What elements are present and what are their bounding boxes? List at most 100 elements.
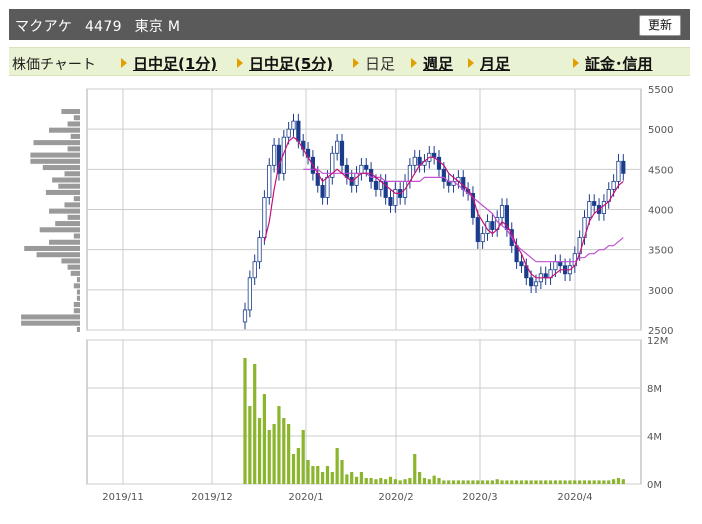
volume-profile-bar bbox=[73, 233, 80, 239]
volume-bar bbox=[476, 480, 480, 484]
candle-body bbox=[412, 156, 417, 166]
candle-body bbox=[553, 261, 558, 271]
volume-bar bbox=[359, 472, 363, 484]
volume-profile-bar bbox=[73, 196, 80, 202]
volume-bar bbox=[311, 466, 315, 484]
volume-bar bbox=[505, 480, 509, 484]
volume-bar bbox=[592, 480, 596, 484]
candle-body bbox=[558, 261, 563, 267]
candle-body bbox=[325, 176, 330, 198]
volume-tick-label: 4M bbox=[647, 432, 662, 443]
volume-bar bbox=[553, 480, 557, 484]
volume-profile-bar bbox=[61, 258, 80, 264]
volume-tick-label: 0M bbox=[647, 480, 662, 491]
volume-bar bbox=[447, 480, 451, 484]
volume-bar bbox=[432, 475, 436, 484]
volume-bar bbox=[544, 480, 548, 484]
volume-bar bbox=[573, 480, 577, 484]
volume-bar bbox=[437, 478, 441, 484]
volume-bar bbox=[253, 364, 257, 484]
candle-body bbox=[601, 201, 607, 214]
volume-bar bbox=[510, 480, 514, 484]
volume-bar bbox=[427, 479, 431, 484]
volume-bar bbox=[340, 460, 344, 484]
volume-bar bbox=[301, 430, 305, 484]
volume-bar bbox=[369, 478, 373, 484]
volume-bar bbox=[277, 406, 281, 484]
x-tick-label: 2020/4 bbox=[557, 492, 592, 503]
candle-body bbox=[271, 144, 277, 166]
candle-body bbox=[441, 168, 446, 182]
volume-bar bbox=[262, 394, 266, 484]
volume-bar bbox=[481, 480, 485, 484]
candle-body bbox=[344, 164, 349, 178]
volume-profile-bar bbox=[76, 326, 80, 332]
volume-bar bbox=[485, 480, 490, 484]
volume-profile-bar bbox=[73, 308, 80, 314]
candle-body bbox=[529, 277, 534, 287]
x-tick-label: 2020/3 bbox=[462, 492, 497, 503]
volume-tick-label: 12M bbox=[647, 336, 668, 347]
candle-body bbox=[616, 160, 621, 182]
volume-bar bbox=[418, 472, 422, 484]
volume-bar bbox=[578, 480, 582, 484]
volume-bar bbox=[267, 430, 271, 484]
candle-body bbox=[339, 140, 345, 166]
price-tick-label: 5000 bbox=[648, 125, 673, 136]
volume-profile-bar bbox=[55, 221, 80, 227]
volume-profile-bar bbox=[67, 264, 80, 270]
volume-profile-bar bbox=[76, 277, 80, 283]
volume-bar bbox=[534, 480, 538, 484]
volume-bar bbox=[612, 479, 616, 484]
volume-bar bbox=[374, 479, 378, 484]
candle-body bbox=[320, 184, 325, 198]
volume-bar bbox=[345, 474, 349, 484]
volume-bar bbox=[330, 472, 334, 484]
x-axis: 2019/11 2019/12 2020/1 2020/2 2020/3 2020/4 bbox=[102, 492, 592, 503]
volume-profile-bar bbox=[64, 171, 80, 177]
volume-profile-bar bbox=[52, 177, 80, 183]
candle-body bbox=[388, 197, 393, 206]
volume-profile-bar bbox=[67, 214, 80, 220]
price-tick-label: 4000 bbox=[648, 206, 673, 217]
candle-body bbox=[611, 180, 616, 190]
volume-bar bbox=[413, 454, 417, 484]
volume-bar bbox=[350, 472, 354, 484]
candle-body bbox=[257, 237, 262, 263]
volume-bar bbox=[408, 478, 412, 484]
volume-profile-bar bbox=[73, 115, 80, 121]
price-tick-label: 3500 bbox=[648, 246, 673, 257]
volume-bar bbox=[461, 480, 465, 484]
volume-bar bbox=[388, 476, 393, 484]
volume-bar bbox=[466, 480, 470, 484]
candle-body bbox=[592, 201, 597, 206]
volume-profile-bar bbox=[49, 127, 80, 133]
volume-bar bbox=[529, 480, 533, 484]
candle-body bbox=[286, 128, 291, 138]
volume-bar bbox=[272, 424, 276, 484]
volume-bar bbox=[287, 424, 291, 484]
volume-bar bbox=[568, 480, 572, 484]
volume-bar bbox=[296, 448, 300, 484]
candle-body bbox=[475, 217, 480, 243]
volume-profile-bar bbox=[21, 314, 81, 320]
volume-profile-bar bbox=[39, 227, 80, 233]
price-tick-label: 4500 bbox=[648, 165, 673, 176]
volume-bar bbox=[384, 479, 388, 484]
volume-profile-bar bbox=[42, 165, 80, 171]
volume-bar bbox=[515, 480, 519, 484]
volume-bar bbox=[563, 480, 567, 484]
candle-body bbox=[242, 309, 248, 323]
volume-bar bbox=[621, 479, 625, 484]
price-tick-label: 5500 bbox=[648, 85, 673, 96]
candle-body bbox=[267, 164, 272, 198]
volume-bar bbox=[379, 478, 383, 484]
volume-bar bbox=[597, 480, 601, 484]
volume-profile-bar bbox=[30, 158, 80, 164]
volume-bar bbox=[316, 466, 320, 484]
volume-bar bbox=[451, 480, 456, 484]
stock-chart: 5500500045004000350030002500 12M8M4M0M 2… bbox=[21, 85, 673, 503]
volume-profile-bar bbox=[61, 109, 80, 115]
x-tick-label: 2019/11 bbox=[102, 492, 144, 503]
volume-bar bbox=[582, 480, 587, 484]
